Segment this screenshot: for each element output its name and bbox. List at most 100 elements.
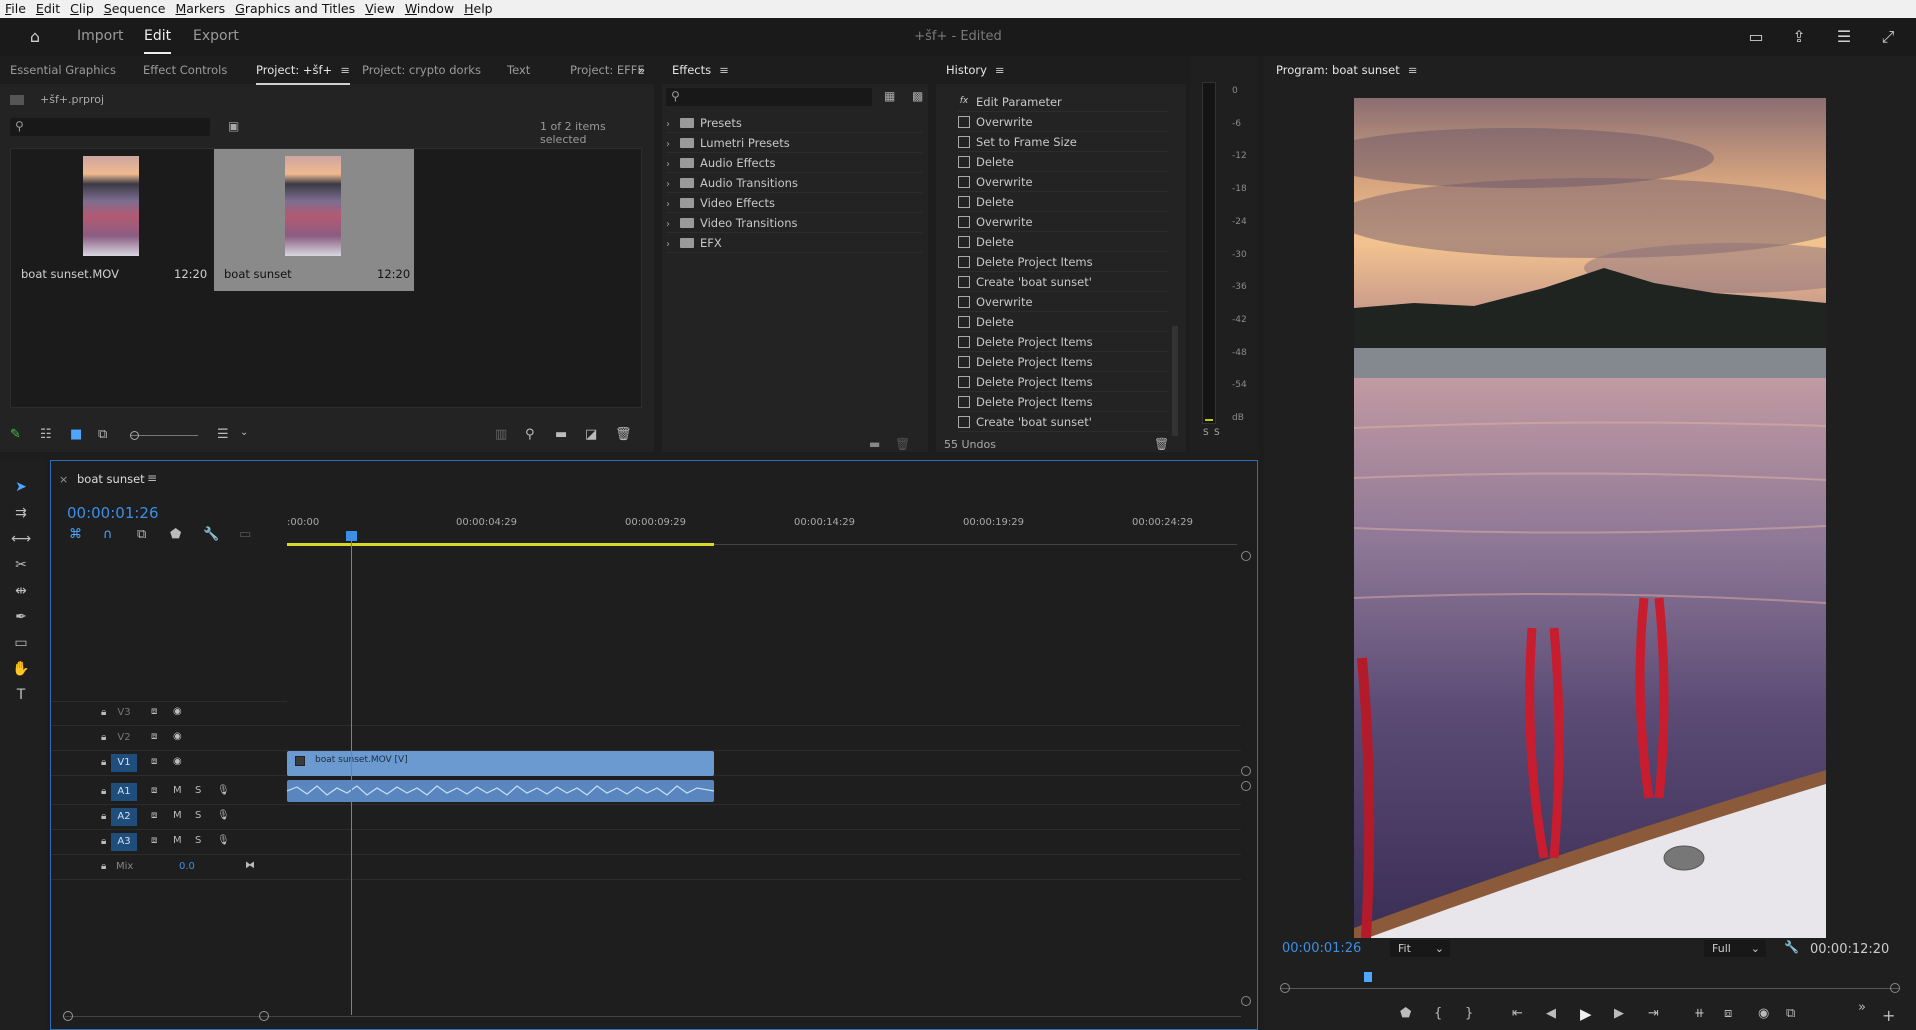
menu-clip[interactable]: Clip bbox=[65, 0, 99, 18]
project-item-boat-sunset-sequence[interactable]: boat sunset 12:20 bbox=[214, 149, 414, 291]
go-to-in-icon[interactable]: ⇤ bbox=[1512, 1006, 1523, 1021]
icon-view-icon[interactable]: ■ bbox=[70, 427, 82, 442]
razor-tool-icon[interactable]: ✂ bbox=[10, 554, 32, 576]
solo-button[interactable]: S bbox=[195, 810, 201, 821]
go-to-mix-icon[interactable]: ⧓ bbox=[245, 860, 255, 871]
effects-folder[interactable]: › Lumetri Presets bbox=[666, 133, 922, 153]
more-controls-icon[interactable]: » bbox=[1858, 1000, 1866, 1015]
tab-history[interactable]: History ≡ bbox=[946, 63, 1005, 77]
sync-lock-icon[interactable]: ⧈ bbox=[151, 756, 157, 767]
pencil-icon[interactable]: ✎ bbox=[10, 427, 21, 442]
zoom-slider[interactable] bbox=[130, 435, 198, 436]
sort-icon[interactable]: ☰ bbox=[217, 427, 229, 442]
track-target-toggle[interactable]: V3 bbox=[111, 704, 137, 722]
solo-button-right[interactable]: S bbox=[1214, 428, 1220, 438]
chevron-right-icon[interactable]: › bbox=[666, 235, 680, 255]
tab-effect-controls[interactable]: Effect Controls bbox=[143, 63, 227, 77]
trash-icon[interactable]: 🗑 bbox=[615, 427, 632, 442]
snap-icon[interactable]: ∩ bbox=[103, 527, 113, 542]
chevron-right-icon[interactable]: › bbox=[666, 155, 680, 175]
chevron-right-icon[interactable]: › bbox=[666, 175, 680, 195]
chevron-down-icon[interactable]: ⌄ bbox=[240, 427, 248, 438]
step-back-icon[interactable]: ◀ bbox=[1546, 1006, 1556, 1021]
scroll-handle-right[interactable] bbox=[1890, 983, 1900, 993]
effects-folder[interactable]: › EFX bbox=[666, 233, 922, 253]
menu-file[interactable]: File bbox=[0, 0, 31, 18]
history-step[interactable]: Overwrite bbox=[958, 112, 1168, 132]
compare-view-icon[interactable]: ⧉ bbox=[1786, 1006, 1795, 1021]
track-target-toggle[interactable]: V2 bbox=[111, 729, 137, 747]
sync-lock-icon[interactable]: ⧈ bbox=[151, 810, 157, 821]
tab-text[interactable]: Text bbox=[507, 63, 530, 77]
microphone-icon[interactable]: 🎙︎ bbox=[217, 785, 230, 796]
tab-essential-graphics[interactable]: Essential Graphics bbox=[10, 63, 116, 77]
eye-icon[interactable]: ◉ bbox=[173, 706, 182, 717]
mark-in-icon[interactable]: { bbox=[1434, 1006, 1442, 1021]
mix-volume-value[interactable]: 0.0 bbox=[179, 861, 195, 872]
tab-effects[interactable]: Effects ≡ bbox=[672, 63, 729, 77]
eye-icon[interactable]: ◉ bbox=[173, 756, 182, 767]
effects-folder[interactable]: › Audio Transitions bbox=[666, 173, 922, 193]
project-item-boat-sunset-mov[interactable]: boat sunset.MOV 12:20 bbox=[11, 149, 213, 291]
menu-markers[interactable]: Markers bbox=[170, 0, 230, 18]
zoom-level-select[interactable]: Fit ⌄ bbox=[1390, 940, 1450, 957]
chevron-right-icon[interactable]: › bbox=[666, 215, 680, 235]
timeline-timecode[interactable]: 00:00:01:26 bbox=[67, 504, 159, 522]
time-ruler[interactable] bbox=[287, 531, 1237, 546]
effects-folder[interactable]: › Presets bbox=[666, 113, 922, 133]
vertical-scroll-handle-lower[interactable] bbox=[1241, 781, 1251, 791]
track-select-tool-icon[interactable]: ⇉ bbox=[10, 502, 32, 524]
button-editor-icon[interactable]: + bbox=[1882, 1006, 1895, 1025]
mute-button[interactable]: M bbox=[173, 835, 182, 846]
history-step[interactable]: Set to Frame Size bbox=[958, 132, 1168, 152]
ripple-edit-tool-icon[interactable]: ⟷ bbox=[10, 528, 32, 550]
play-icon[interactable]: ▶ bbox=[1580, 1005, 1592, 1023]
chevron-right-icon[interactable]: › bbox=[666, 135, 680, 155]
mute-button[interactable]: M bbox=[173, 785, 182, 796]
history-step[interactable]: Overwrite bbox=[958, 292, 1168, 312]
wrench-icon[interactable]: 🔧 bbox=[203, 527, 219, 542]
new-bin-icon[interactable]: ▬ bbox=[555, 427, 567, 442]
extract-icon[interactable]: ⧈ bbox=[1724, 1006, 1732, 1021]
type-tool-icon[interactable]: T bbox=[10, 684, 32, 706]
linked-selection-icon[interactable]: ⧉ bbox=[137, 527, 146, 542]
playback-resolution-select[interactable]: Full ⌄ bbox=[1704, 940, 1766, 957]
history-step[interactable]: fx Edit Parameter bbox=[958, 92, 1168, 112]
menu-help[interactable]: Help bbox=[459, 0, 498, 18]
chevron-right-icon[interactable]: › bbox=[666, 195, 680, 215]
history-step[interactable]: Delete bbox=[958, 232, 1168, 252]
lock-icon[interactable]: 🔒︎ bbox=[101, 811, 106, 822]
history-step[interactable]: Delete Project Items bbox=[958, 252, 1168, 272]
eye-icon[interactable]: ◉ bbox=[173, 731, 182, 742]
project-search-input[interactable]: ⚲ bbox=[10, 118, 210, 136]
workspace-icon[interactable]: ▭ bbox=[1745, 27, 1767, 47]
history-step[interactable]: Delete Project Items bbox=[958, 332, 1168, 352]
history-step[interactable]: Delete Project Items bbox=[958, 372, 1168, 392]
effects-folder[interactable]: › Video Transitions bbox=[666, 213, 922, 233]
lock-icon[interactable]: 🔒︎ bbox=[101, 861, 106, 872]
panel-menu-icon[interactable]: ≡ bbox=[1408, 63, 1418, 77]
tab-project-crypto-dorks[interactable]: Project: crypto dorks bbox=[362, 63, 481, 77]
pen-tool-icon[interactable]: ✒ bbox=[10, 606, 32, 628]
more-tabs-icon[interactable]: » bbox=[638, 63, 645, 77]
go-to-out-icon[interactable]: ⇥ bbox=[1648, 1006, 1659, 1021]
tab-project-effe[interactable]: Project: EFFE bbox=[570, 63, 645, 77]
program-video-frame[interactable] bbox=[1354, 98, 1826, 938]
playhead-handle[interactable] bbox=[346, 531, 357, 541]
slip-tool-icon[interactable]: ⇹ bbox=[10, 580, 32, 602]
horizontal-scroll-right[interactable] bbox=[259, 1011, 269, 1021]
lock-icon[interactable]: 🔒︎ bbox=[101, 757, 106, 768]
vertical-scroll-handle-bottom[interactable] bbox=[1241, 996, 1251, 1006]
selection-tool-icon[interactable]: ➤ bbox=[10, 476, 32, 498]
tab-project-main[interactable]: Project: +šf+ ≡ bbox=[256, 63, 350, 85]
add-marker-icon[interactable]: ⬟ bbox=[170, 527, 181, 542]
program-time-ruler[interactable] bbox=[1280, 988, 1900, 989]
panel-menu-icon[interactable]: ≡ bbox=[995, 63, 1005, 77]
export-frame-icon[interactable]: ◉ bbox=[1758, 1006, 1769, 1021]
lock-icon[interactable]: 🔒︎ bbox=[101, 732, 106, 743]
history-step[interactable]: Create 'boat sunset' bbox=[958, 272, 1168, 292]
list-view-icon[interactable]: ☷ bbox=[40, 427, 52, 442]
solo-button[interactable]: S bbox=[195, 785, 201, 796]
horizontal-scroll-left[interactable] bbox=[63, 1011, 73, 1021]
sync-lock-icon[interactable]: ⧈ bbox=[151, 835, 157, 846]
